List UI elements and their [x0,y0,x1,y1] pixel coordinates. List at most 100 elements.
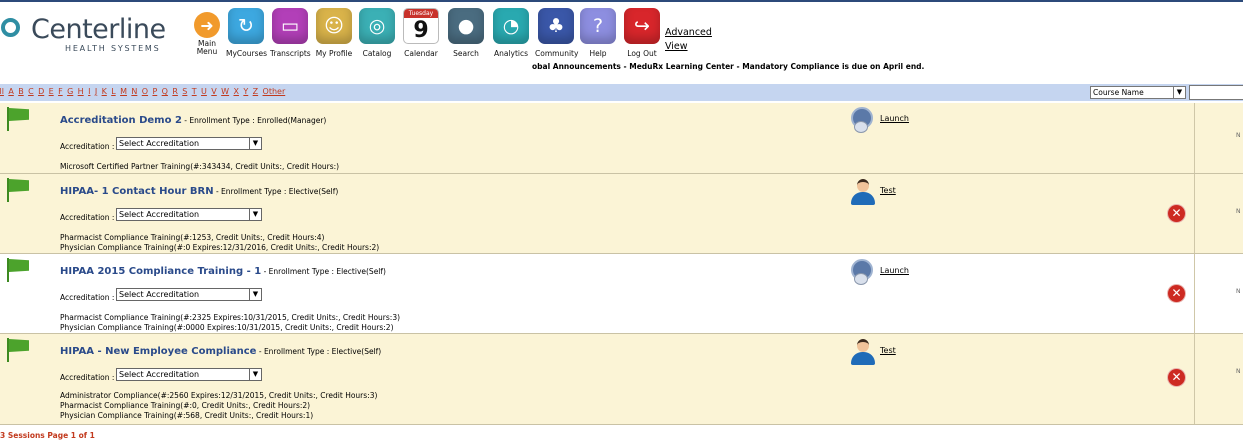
alpha-letter-n[interactable]: N [131,87,137,96]
alpha-letter-all[interactable]: All [0,87,4,96]
mycourses-icon: ↻ [228,8,264,44]
nav-analytics-button[interactable]: ◔ Analytics [492,8,530,58]
launch-link[interactable]: Launch [880,266,909,275]
credit-info-line: Pharmacist Compliance Training(#:0, Cred… [60,401,311,410]
course-title: HIPAA 2015 Compliance Training - 1 [60,266,262,277]
delete-icon[interactable]: ✕ [1168,369,1185,386]
nav-search-button[interactable]: ● Search [447,8,485,58]
status-marker: N [1236,288,1241,295]
course-row: HIPAA - New Employee Compliance - Enroll… [0,334,1243,425]
test-link[interactable]: Test [880,346,896,355]
centerline-logo: Centerline HEALTH SYSTEMS [0,14,175,59]
advanced-view-line2: View [665,41,688,52]
alpha-letter-l[interactable]: L [111,87,115,96]
credit-info: Administrator Compliance(#:2560 Expires:… [60,391,377,421]
chevron-down-icon: ▼ [249,209,261,220]
accreditation-select[interactable]: Select Accreditation ▼ [116,208,262,221]
search-icon: ● [448,8,484,44]
nav-mycourses-button[interactable]: ↻ MyCourses [226,8,267,58]
launch-icon[interactable] [850,259,876,287]
alpha-letter-t[interactable]: T [192,87,197,96]
course-row: Accreditation Demo 2 - Enrollment Type :… [0,103,1243,174]
nav-profile-button[interactable]: ☺ My Profile [314,8,354,58]
logo-ring-icon [1,18,20,37]
accreditation-select-value: Select Accreditation [119,370,200,379]
alpha-letter-z[interactable]: Z [253,87,258,96]
main-menu-button[interactable]: ➜ Main Menu [190,8,224,56]
delete-icon[interactable]: ✕ [1168,205,1185,222]
calendar-icon: Tuesday 9 [403,8,439,44]
accreditation-select[interactable]: Select Accreditation ▼ [116,288,262,301]
advanced-view-link[interactable]: Advanced View [665,26,712,54]
person-icon[interactable] [851,179,875,205]
alpha-letter-a[interactable]: A [8,87,13,96]
flag-icon [6,178,30,202]
person-icon[interactable] [851,339,875,365]
alpha-letter-k[interactable]: K [102,87,107,96]
alpha-letter-e[interactable]: E [49,87,54,96]
alpha-letter-r[interactable]: R [172,87,178,96]
advanced-view-line1: Advanced [665,27,712,38]
alpha-letter-i[interactable]: I [88,87,90,96]
course-title-link[interactable]: Accreditation Demo 2 - Enrollment Type :… [60,115,326,126]
nav-community-button[interactable]: ♣ Community [535,8,578,58]
calendar-weekday: Tuesday [404,9,438,18]
course-title-link[interactable]: HIPAA - New Employee Compliance - Enroll… [60,346,381,357]
alpha-letter-o[interactable]: O [142,87,148,96]
accreditation-select[interactable]: Select Accreditation ▼ [116,368,262,381]
credit-info-line: Physician Compliance Training(#:0000 Exp… [60,323,394,332]
accreditation-select-value: Select Accreditation [119,210,200,219]
launch-link[interactable]: Launch [880,114,909,123]
alpha-letter-d[interactable]: D [38,87,44,96]
chevron-down-icon: ▼ [249,138,261,149]
alpha-letter-other[interactable]: Other [263,87,286,96]
alpha-letters: All ABCDEFGHIJKLMNOPQRSTUVWXYZ Other [0,87,290,96]
nav-label: Log Out [627,49,657,58]
status-marker: N [1236,208,1241,215]
alpha-letter-q[interactable]: Q [162,87,168,96]
alpha-letter-m[interactable]: M [120,87,127,96]
alpha-letter-f[interactable]: F [58,87,63,96]
delete-icon[interactable]: ✕ [1168,285,1185,302]
alpha-letter-y[interactable]: Y [243,87,248,96]
course-title-link[interactable]: HIPAA 2015 Compliance Training - 1 - Enr… [60,266,386,277]
sort-select[interactable]: Course Name ▼ [1090,86,1186,99]
test-link[interactable]: Test [880,186,896,195]
alpha-letter-g[interactable]: G [67,87,73,96]
nav-logout-button[interactable]: ↪ Log Out [623,8,661,58]
accreditation-select[interactable]: Select Accreditation ▼ [116,137,262,150]
logo-name: Centerline [31,14,166,45]
enrollment-type: - Enrollment Type : Elective(Self) [256,347,382,356]
nav-label: Search [453,49,479,58]
course-title: Accreditation Demo 2 [60,115,182,126]
logo-subtitle: HEALTH SYSTEMS [65,44,161,53]
course-title-link[interactable]: HIPAA- 1 Contact Hour BRN - Enrollment T… [60,186,338,197]
pagination-status: 3 Sessions Page 1 of 1 [0,431,95,440]
nav-catalog-button[interactable]: ◎ Catalog [358,8,396,58]
alpha-letter-u[interactable]: U [201,87,207,96]
chevron-down-icon: ▼ [249,289,261,300]
alpha-letter-h[interactable]: H [78,87,84,96]
alpha-letter-v[interactable]: V [211,87,216,96]
nav-label: Transcripts [270,49,311,58]
nav-calendar-button[interactable]: Tuesday 9 Calendar [402,8,440,58]
enrollment-type: - Enrollment Type : Elective(Self) [261,267,386,276]
alpha-letter-s[interactable]: S [182,87,187,96]
alpha-filter-bar: All ABCDEFGHIJKLMNOPQRSTUVWXYZ Other Cours… [0,84,1243,101]
nav-label: Analytics [493,49,529,58]
launch-icon[interactable] [850,107,876,135]
enrollment-type: - Enrollment Type : Elective(Self) [213,187,339,196]
alpha-letter-b[interactable]: B [18,87,24,96]
alpha-letter-c[interactable]: C [28,87,34,96]
flag-icon [6,338,30,362]
alpha-letter-w[interactable]: W [221,87,229,96]
search-input[interactable] [1189,85,1243,100]
alpha-letter-x[interactable]: X [233,87,238,96]
nav-transcripts-button[interactable]: ▭ Transcripts [270,8,311,58]
global-announcement: obal Announcements - MeduRx Learning Cen… [532,62,925,71]
nav-help-button[interactable]: ? Help [580,8,616,58]
credit-info-line: Administrator Compliance(#:2560 Expires:… [60,391,378,400]
main-menu-label: Main Menu [196,39,218,56]
alpha-letter-p[interactable]: P [152,87,157,96]
alpha-letter-j[interactable]: J [95,87,97,96]
